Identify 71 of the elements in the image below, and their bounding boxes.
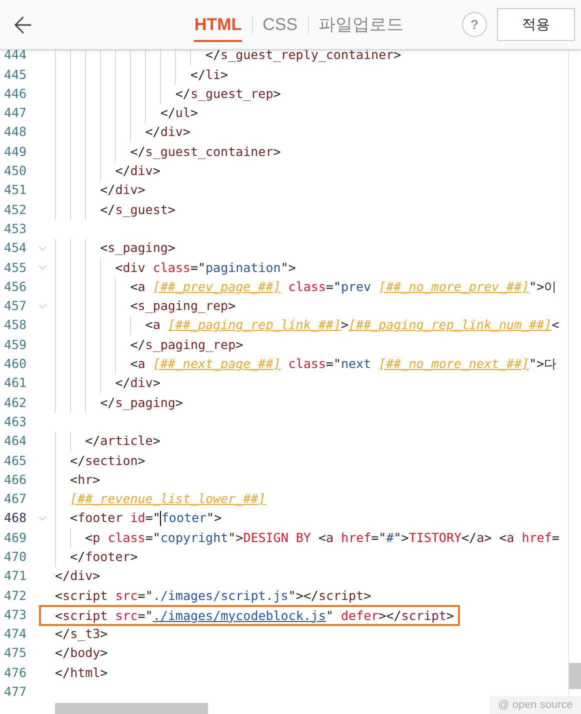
line-number: 477 bbox=[3, 683, 28, 702]
line-number: 448 bbox=[3, 123, 28, 142]
line-number: 458 bbox=[3, 316, 28, 334]
line-number: 475 bbox=[3, 644, 28, 662]
line-number: 457 bbox=[3, 297, 28, 316]
line-number: 470 bbox=[3, 548, 28, 566]
code-line: [##_revenue_list_lower_##] bbox=[70, 490, 266, 508]
code-line: </div> bbox=[55, 567, 100, 586]
code-line: <a [##_prev_page_##] class="prev [##_no_more_prev_##]">이 bbox=[130, 278, 558, 296]
code-line: </s_t3> bbox=[55, 625, 108, 644]
line-number: 445 bbox=[3, 66, 28, 84]
line-number: 472 bbox=[3, 586, 28, 605]
line-number: 447 bbox=[3, 104, 28, 122]
line-number: 459 bbox=[3, 336, 28, 354]
code-line: </s_guest_reply_container> bbox=[205, 46, 402, 64]
line-number: 444 bbox=[3, 46, 28, 64]
line-number: 450 bbox=[3, 162, 28, 180]
line-number: 469 bbox=[3, 528, 28, 547]
code-line: </footer> bbox=[70, 548, 138, 566]
line-number: 463 bbox=[3, 412, 28, 431]
line-number: 449 bbox=[3, 142, 28, 161]
line-number: 454 bbox=[3, 239, 28, 258]
code-line: <a [##_paging_rep_link_##]>[##_paging_rep_link_num_##]< bbox=[145, 316, 560, 334]
code-line: <footer id="footer"> bbox=[70, 509, 222, 528]
code-line: <div class="pagination"> bbox=[115, 258, 296, 277]
code-line: </div> bbox=[115, 162, 160, 180]
horizontal-scrollbar-thumb[interactable] bbox=[55, 703, 208, 714]
line-number: 453 bbox=[3, 220, 28, 238]
line-number: 464 bbox=[3, 432, 28, 450]
line-number: 466 bbox=[3, 470, 28, 489]
code-line: <a [##_next_page_##] class="next [##_no_more_next_##]">다 bbox=[130, 355, 558, 374]
line-number: 471 bbox=[3, 567, 28, 586]
code-line: </s_paging> bbox=[100, 394, 183, 412]
line-number: 452 bbox=[3, 200, 28, 219]
code-line: <p class="copyright">DESIGN BY <a href="#">TISTORY</a> <a href= bbox=[85, 528, 560, 547]
line-number: 465 bbox=[3, 452, 28, 470]
code-line: <s_paging_rep> bbox=[130, 297, 236, 316]
code-line: <s_paging> bbox=[100, 239, 176, 258]
code-line: </body> bbox=[55, 644, 108, 662]
line-number: 451 bbox=[3, 181, 28, 200]
line-number: 460 bbox=[3, 355, 28, 374]
line-number: 462 bbox=[3, 394, 28, 412]
line-number: 456 bbox=[3, 278, 28, 296]
code-line: <hr> bbox=[70, 470, 100, 489]
editor-tab[interactable]: CSS bbox=[262, 6, 298, 42]
code-line: </section> bbox=[70, 452, 146, 470]
help-button[interactable]: ? bbox=[462, 12, 487, 37]
editor-tab[interactable]: 파일업로드 bbox=[318, 6, 404, 42]
code-line: </s_paging_rep> bbox=[130, 336, 244, 354]
line-number: 473 bbox=[3, 606, 28, 624]
editor-tab[interactable]: HTML bbox=[194, 6, 242, 42]
code-line: </div> bbox=[145, 123, 190, 142]
code-line: </article> bbox=[85, 432, 160, 450]
code-line: </html> bbox=[55, 664, 108, 682]
code-line: </s_guest> bbox=[100, 200, 176, 219]
line-number: 461 bbox=[3, 374, 28, 392]
code-line: <script src="./images/script.js"></script> bbox=[55, 586, 372, 605]
open-source-label[interactable]: @ open source bbox=[490, 696, 581, 714]
code-line: </s_guest_container> bbox=[130, 142, 281, 161]
code-line: </div> bbox=[115, 374, 160, 392]
code-line: </ul> bbox=[160, 104, 198, 122]
line-number: 446 bbox=[3, 84, 28, 103]
line-number: 474 bbox=[3, 625, 28, 644]
code-line: </s_guest_rep> bbox=[175, 84, 281, 103]
line-number: 467 bbox=[3, 490, 28, 508]
code-line: </li> bbox=[190, 66, 228, 84]
line-number: 476 bbox=[3, 664, 28, 682]
apply-button[interactable]: 적용 bbox=[497, 8, 575, 41]
line-number: 455 bbox=[3, 258, 28, 277]
code-line: </div> bbox=[100, 181, 146, 200]
line-number: 468 bbox=[3, 509, 28, 528]
